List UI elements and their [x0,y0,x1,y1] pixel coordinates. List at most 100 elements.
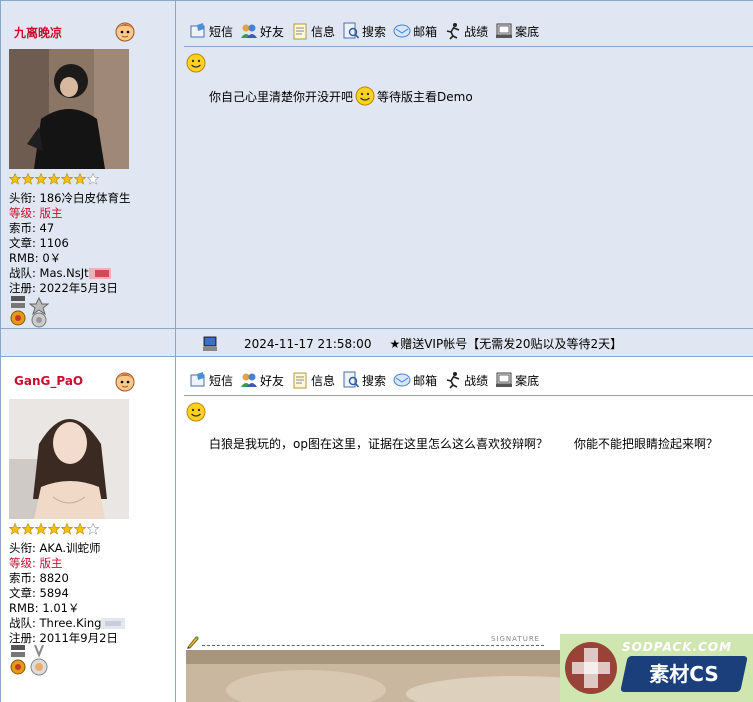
info-posts: 文章: 1106 [9,236,69,250]
record-icon [446,23,460,40]
profile-info-icon [293,23,307,40]
signature-divider: SIGNATURE [186,635,546,649]
info-posts: 文章: 5894 [9,586,69,600]
case-record-button[interactable]: 案底 [495,22,539,40]
info-level: 等级: 版主 [9,206,63,220]
info-level: 等级: 版主 [9,556,63,570]
star-icon [22,173,34,185]
star-icon [9,173,21,185]
post-body: 短信 好友 信息 搜索 邮箱 战绩 [176,1,753,328]
star-icon [61,523,73,535]
watermark-logo-icon [565,642,617,694]
star-icon [9,523,21,535]
sms-icon [190,23,205,38]
post-meta: 2024-11-17 21:58:00 ★赠送VIP帐号【无需发20贴以及等待2… [202,335,622,352]
friends-button[interactable]: 好友 [240,371,284,389]
info-clan: 战队: Mas.NsJt [9,266,130,281]
info-title: 头衔: 186冷白皮体育生 [9,191,131,205]
sms-icon [190,372,205,387]
friends-icon [241,24,258,38]
post-meta-bar: 2024-11-17 21:58:00 ★赠送VIP帐号【无需发20贴以及等待2… [0,328,753,357]
computer-icon [203,336,217,351]
medal-icon [30,645,48,676]
info-title: 头衔: AKA.训蛇师 [9,541,101,555]
username[interactable]: 九离晚凉 [14,24,62,41]
signature-label: SIGNATURE [491,635,541,643]
info-rmb: RMB: 1.01￥ [9,601,80,615]
star-icon [74,173,86,185]
sms-button[interactable]: 短信 [189,22,233,40]
user-info: 头衔: 186冷白皮体育生 等级: 版主 索币: 47 文章: 1106 RMB… [9,191,130,296]
profile-info-icon [293,372,307,389]
user-face-icon [115,372,135,392]
user-panel: 九离晚凉 头衔: 186冷白皮体育生 等级: 版主 索币: 47 文章: 110… [1,1,176,328]
search-icon [343,22,360,39]
medals [9,645,49,677]
avatar[interactable] [9,49,129,169]
star-icon [61,173,73,185]
user-info: 头衔: AKA.训蛇师 等级: 版主 索币: 8820 文章: 5894 RMB… [9,541,126,646]
user-panel: GanG_PaO 头衔: AKA.训蛇师 等级: 版主 索币: 8820 文章:… [1,357,176,702]
post-toolbar: 短信 好友 信息 搜索 邮箱 战绩 案底 [189,370,539,390]
pencil-icon [187,636,199,649]
site-watermark: SODPACK.COM 素材CS [560,634,753,702]
search-button[interactable]: 搜索 [342,371,386,389]
search-icon [343,371,360,388]
medal-icon [10,645,26,675]
mail-icon [393,24,411,38]
case-record-icon [496,372,513,387]
user-face-icon [115,22,135,42]
info-register: 注册: 2011年9月2日 [9,631,118,645]
star-icon [22,523,34,535]
vip-ad-link[interactable]: ★赠送VIP帐号【无需发20贴以及等待2天】 [389,335,622,352]
signature-line [202,645,544,646]
search-button[interactable]: 搜索 [342,22,386,40]
smiley-icon [355,86,375,106]
info-coins: 索币: 8820 [9,571,69,585]
watermark-url: SODPACK.COM [622,640,733,654]
info-button[interactable]: 信息 [291,22,335,40]
smiley-icon [186,53,206,73]
star-empty-icon [87,173,99,185]
toolbar-divider [184,395,753,396]
star-icon [48,523,60,535]
medals [9,296,49,328]
meta-left-cell [1,329,176,356]
star-empty-icon [87,523,99,535]
post-content: 你自己心里清楚你开没开吧 等待版主看Demo [209,86,473,106]
clan-badge-icon [88,268,111,279]
star-icon [74,523,86,535]
clan-badge-icon [101,618,126,629]
medal-icon [10,296,26,326]
case-record-button[interactable]: 案底 [495,371,539,389]
mail-button[interactable]: 邮箱 [393,371,437,389]
mail-button[interactable]: 邮箱 [393,22,437,40]
watermark-name: 素材CS [620,656,748,692]
rank-stars [9,173,99,185]
medal-icon [29,296,49,328]
record-button[interactable]: 战绩 [444,371,488,389]
info-register: 注册: 2022年5月3日 [9,281,118,295]
post-content: 白狼是我玩的，op图在这里，证据在这里怎么这么喜欢狡辩啊？ 你能不能把眼睛捡起来… [209,437,718,451]
sms-button[interactable]: 短信 [189,371,233,389]
record-icon [446,372,460,389]
case-record-icon [496,23,513,38]
avatar[interactable] [9,399,129,519]
friends-icon [241,373,258,387]
post-1: 九离晚凉 头衔: 186冷白皮体育生 等级: 版主 索币: 47 文章: 110… [0,0,753,328]
info-coins: 索币: 47 [9,221,55,235]
mail-icon [393,373,411,387]
rank-stars [9,523,99,535]
toolbar-divider [184,46,753,47]
post-toolbar: 短信 好友 信息 搜索 邮箱 战绩 案底 [189,21,539,41]
star-icon [35,523,47,535]
smiley-icon [186,402,206,422]
friends-button[interactable]: 好友 [240,22,284,40]
star-icon [48,173,60,185]
record-button[interactable]: 战绩 [444,22,488,40]
info-button[interactable]: 信息 [291,371,335,389]
star-icon [35,173,47,185]
info-clan: 战队: Three.King [9,616,126,631]
username[interactable]: GanG_PaO [14,374,83,388]
post-date: 2024-11-17 21:58:00 [244,336,372,351]
